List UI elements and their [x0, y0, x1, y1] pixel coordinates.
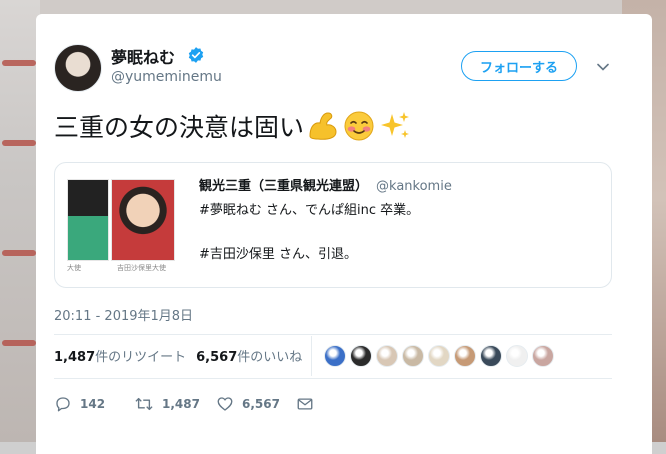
tweet-timestamp[interactable]: 20:11 - 2019年1月8日 — [54, 305, 193, 324]
like-action-count: 6,567 — [242, 397, 280, 411]
follow-button[interactable]: フォローする — [461, 51, 577, 81]
chevron-down-icon[interactable] — [597, 63, 609, 71]
reply-count: 142 — [80, 397, 106, 411]
retweet-button[interactable]: 1,487 — [134, 395, 200, 413]
liker-avatars — [324, 345, 558, 367]
liker-avatar[interactable] — [350, 345, 372, 367]
liker-avatar[interactable] — [532, 345, 554, 367]
tweet-card: 夢眠ねむ @yumeminemu フォローする 三重の女の決意は固い 大使 吉田… — [36, 14, 652, 454]
smiling-blush-icon — [344, 111, 374, 141]
quoted-text-line: #吉田沙保里 さん、引退。 — [199, 247, 358, 262]
retweet-action-count: 1,487 — [162, 397, 200, 411]
like-label[interactable]: 件のいいね — [237, 350, 302, 365]
liker-avatar[interactable] — [480, 345, 502, 367]
quoted-tweet-image[interactable]: 大使 吉田沙保里大使 — [65, 179, 175, 275]
direct-message-button[interactable] — [296, 395, 322, 413]
liker-avatar[interactable] — [454, 345, 476, 367]
tweet-text-body: 三重の女の決意は固い — [54, 113, 305, 142]
liker-avatar[interactable] — [428, 345, 450, 367]
quoted-author-handle[interactable]: @kankomie — [376, 179, 452, 194]
backdrop-decoration — [2, 140, 36, 146]
backdrop-decoration — [2, 250, 36, 256]
divider — [54, 334, 612, 335]
quoted-tweet[interactable]: 大使 吉田沙保里大使 観光三重（三重県観光連盟） @kankomie #夢眠ねむ … — [54, 162, 612, 288]
liker-avatar[interactable] — [506, 345, 528, 367]
quoted-text-line: #夢眠ねむ さん、でんぱ組inc 卒業。 — [199, 203, 420, 218]
tweet-text: 三重の女の決意は固い — [54, 108, 412, 144]
author-name[interactable]: 夢眠ねむ — [111, 44, 175, 68]
heart-icon — [217, 397, 233, 411]
tweet-stats: 1,487件のリツイート 6,567件のいいね — [54, 346, 302, 365]
liker-avatar[interactable] — [324, 345, 346, 367]
reply-icon — [56, 397, 70, 412]
liker-avatar[interactable] — [376, 345, 398, 367]
quoted-photo-left — [67, 179, 109, 261]
quoted-photo-caption: 吉田沙保里大使 — [117, 264, 166, 272]
quoted-author-name[interactable]: 観光三重（三重県観光連盟） — [199, 179, 368, 194]
retweet-count[interactable]: 1,487 — [54, 350, 95, 365]
retweet-label[interactable]: 件のリツイート — [95, 350, 186, 365]
like-button[interactable]: 6,567 — [216, 395, 280, 413]
flexed-biceps-icon — [309, 112, 337, 140]
stats-separator — [311, 336, 312, 376]
divider — [54, 378, 612, 379]
quoted-author: 観光三重（三重県観光連盟） @kankomie — [199, 175, 452, 194]
quoted-photo-right — [111, 179, 175, 261]
verified-badge-icon — [188, 47, 204, 63]
backdrop-decoration — [2, 340, 36, 346]
quoted-photo-caption: 大使 — [67, 264, 81, 272]
author-handle[interactable]: @yumeminemu — [111, 69, 222, 85]
reply-button[interactable]: 142 — [54, 395, 105, 413]
retweet-icon — [135, 397, 153, 411]
backdrop-decoration — [2, 60, 36, 66]
backdrop-top-strip — [0, 0, 666, 14]
like-count[interactable]: 6,567 — [196, 350, 237, 365]
liker-avatar[interactable] — [402, 345, 424, 367]
backdrop-left-photo — [0, 0, 40, 442]
envelope-icon — [297, 398, 313, 410]
author-avatar[interactable] — [54, 44, 102, 92]
sparkles-icon — [381, 112, 410, 138]
